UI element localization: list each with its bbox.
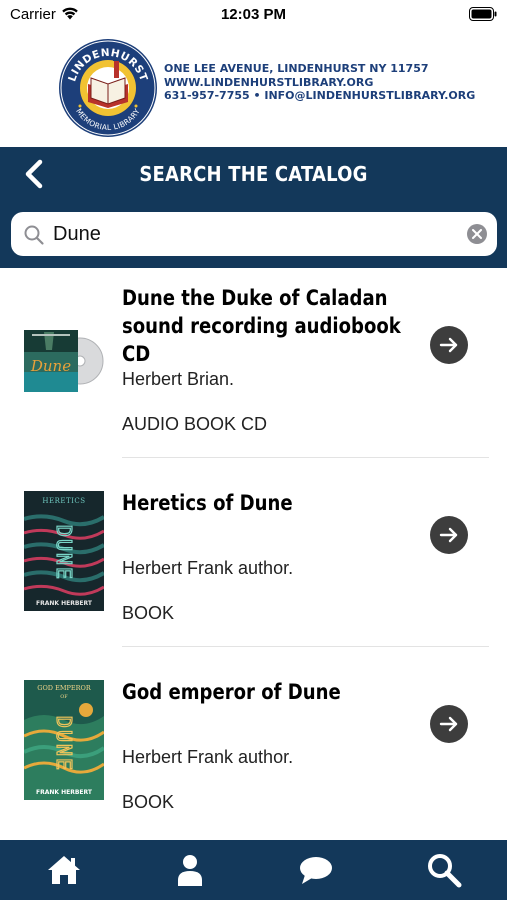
search-tab-icon[interactable] xyxy=(424,850,464,890)
library-address: ONE LEE AVENUE, LINDENHURST NY 11757 xyxy=(164,62,429,75)
cover-top-text: GOD EMPEROR xyxy=(37,684,92,692)
page-title: SEARCH THE CATALOG xyxy=(139,162,368,186)
search-input[interactable] xyxy=(53,218,453,250)
cover-title-text: DUNE xyxy=(52,525,76,581)
arrow-right-icon xyxy=(439,716,458,732)
cover-top-text: HERETICS xyxy=(42,497,85,505)
results-list: Dune Dune the Duke of Caladan sound reco… xyxy=(0,268,507,840)
item-title: Dune the Duke of Caladan sound recording… xyxy=(122,286,401,366)
library-info: ONE LEE AVENUE, LINDENHURST NY 11757 WWW… xyxy=(164,62,475,103)
cover-image: HERETICS DUNE FRANK HERBERT xyxy=(24,491,104,611)
chat-icon[interactable] xyxy=(296,850,336,890)
cover-author-text: FRANK HERBERT xyxy=(36,789,93,796)
cover-title-text: Dune xyxy=(30,357,71,375)
arrow-right-icon xyxy=(439,527,458,543)
arrow-right-icon xyxy=(439,337,458,353)
clock: 12:03 PM xyxy=(220,6,287,23)
cover-image: GOD EMPEROR OF DUNE FRANK HERBERT xyxy=(24,680,104,800)
item-format: AUDIO BOOK CD xyxy=(122,414,268,434)
item-title: God emperor of Dune xyxy=(122,680,341,704)
open-item-button[interactable] xyxy=(430,516,468,554)
item-format: BOOK xyxy=(122,792,175,812)
home-icon[interactable] xyxy=(44,850,84,890)
item-author: Herbert Brian. xyxy=(122,369,235,389)
list-item[interactable]: Dune Dune the Duke of Caladan sound reco… xyxy=(0,268,507,458)
item-author: Herbert Frank author. xyxy=(122,747,294,767)
library-header: LINDENHURST MEMORIAL LIBRARY ONE LEE AVE… xyxy=(0,30,507,145)
cover-of-text: OF xyxy=(60,694,68,700)
cover-image: Dune xyxy=(24,330,104,392)
library-logo: LINDENHURST MEMORIAL LIBRARY xyxy=(59,39,157,137)
item-title: Heretics of Dune xyxy=(122,491,293,515)
open-item-button[interactable] xyxy=(430,705,468,743)
search-bar xyxy=(0,201,507,268)
cover-author-text: FRANK HERBERT xyxy=(36,600,93,607)
open-item-button[interactable] xyxy=(430,326,468,364)
status-bar: Carrier 12:03 PM xyxy=(0,0,507,28)
nav-bar: SEARCH THE CATALOG xyxy=(0,147,507,201)
tab-bar xyxy=(0,840,507,900)
profile-icon[interactable] xyxy=(170,850,210,890)
item-format: BOOK xyxy=(122,603,175,623)
search-icon xyxy=(24,225,44,245)
library-website[interactable]: WWW.LINDENHURSTLIBRARY.ORG xyxy=(164,76,475,90)
list-item[interactable]: HERETICS DUNE FRANK HERBERT Heretics of … xyxy=(0,458,507,647)
search-box[interactable] xyxy=(11,212,497,256)
library-contact[interactable]: 631-957-7755 • INFO@LINDENHURSTLIBRARY.O… xyxy=(164,89,475,103)
clear-icon xyxy=(472,229,482,239)
battery-icon xyxy=(469,7,497,21)
cover-title-text: DUNE xyxy=(52,716,76,772)
clear-search-button[interactable] xyxy=(467,224,487,244)
item-author: Herbert Frank author. xyxy=(122,558,294,578)
list-item[interactable]: GOD EMPEROR OF DUNE FRANK HERBERT God em… xyxy=(0,647,507,840)
